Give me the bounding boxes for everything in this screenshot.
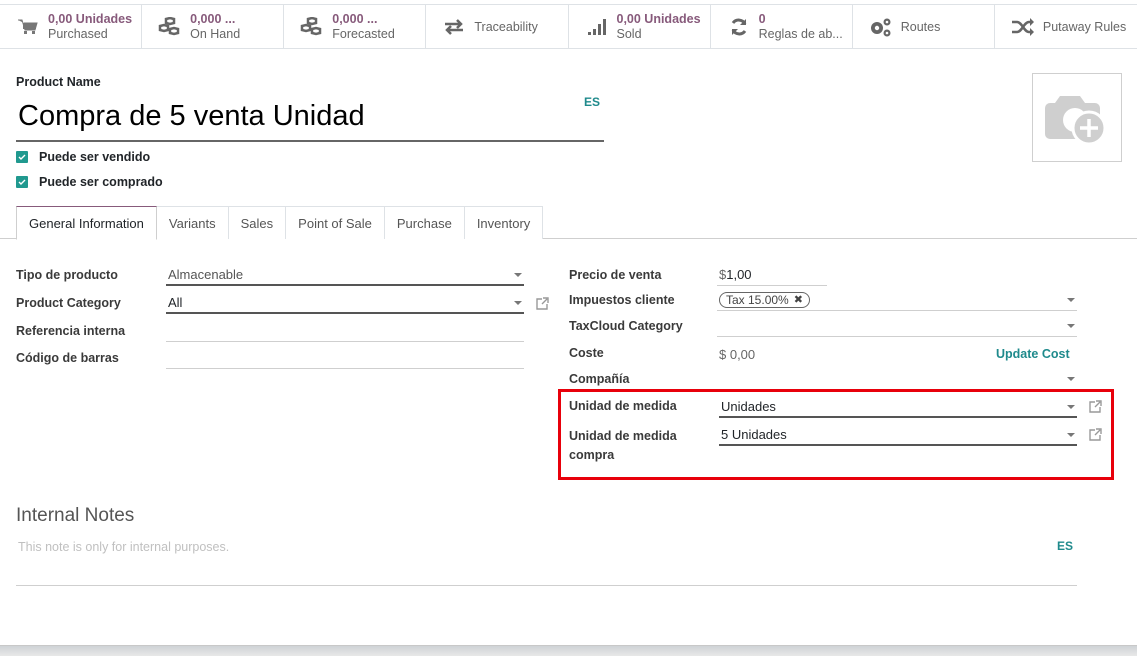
purchased-button[interactable]: 0,00 Unidades Purchased <box>0 5 143 49</box>
taxcloud-category-label: TaxCloud Category <box>569 319 683 333</box>
notes-divider <box>16 585 1077 586</box>
forecasted-value: 0,000 ... <box>332 12 378 26</box>
product-type-value: Almacenable <box>168 266 244 282</box>
internal-notes-title: Internal Notes <box>16 505 135 526</box>
can-be-sold-label: Puede ser vendido <box>39 150 151 164</box>
uom-label: Unidad de medida <box>569 399 677 413</box>
reorder-rules-button[interactable]: 0 Reglas de ab... <box>711 5 853 49</box>
taxcloud-category-select[interactable] <box>717 315 1077 337</box>
exchange-icon <box>442 16 466 38</box>
routes-button[interactable]: Routes <box>853 5 995 49</box>
forecasted-label: Forecasted <box>332 27 395 41</box>
internal-reference-label: Referencia interna <box>16 324 126 338</box>
cost-value: $ 0,00 <box>719 346 756 362</box>
on-hand-button[interactable]: 0,000 ... On Hand <box>142 5 285 49</box>
product-name-lang-button[interactable]: ES <box>584 95 600 109</box>
reorder-rules-value: 0 <box>758 12 766 26</box>
putaway-rules-label: Putaway Rules <box>1042 20 1127 34</box>
tab-variants[interactable]: Variants <box>156 206 229 239</box>
uom-po-value: 5 Unidades <box>721 426 787 442</box>
uom-select[interactable]: Unidades <box>719 396 1077 418</box>
internal-reference-input[interactable] <box>166 320 524 342</box>
reorder-rules-label: Reglas de ab... <box>758 27 843 41</box>
chevron-down-icon <box>1067 433 1075 437</box>
check-icon <box>18 154 26 160</box>
chevron-down-icon <box>1067 324 1075 328</box>
uom-po-select[interactable]: 5 Unidades <box>719 424 1077 446</box>
product-name-label: Product Name <box>16 75 101 89</box>
chevron-down-icon <box>1067 298 1075 302</box>
purchased-value: 0,00 Unidades <box>48 12 133 26</box>
uom-value: Unidades <box>721 398 776 414</box>
routes-label: Routes <box>900 20 941 34</box>
signal-icon <box>585 16 609 38</box>
sold-button[interactable]: 0,00 Unidades Sold <box>569 5 711 49</box>
tab-purchase[interactable]: Purchase <box>384 206 465 239</box>
on-hand-value: 0,000 ... <box>190 12 236 26</box>
sale-price-input[interactable]: $1,00 <box>717 264 827 286</box>
sold-label: Sold <box>616 27 642 41</box>
cost-label: Coste <box>569 346 604 360</box>
purchased-label: Purchased <box>48 27 108 41</box>
check-icon <box>18 179 26 185</box>
chevron-down-icon <box>514 301 522 305</box>
tab-inventory[interactable]: Inventory <box>464 206 544 239</box>
update-cost-button[interactable]: Update Cost <box>996 347 1070 361</box>
on-hand-label: On Hand <box>190 27 241 41</box>
camera-plus-icon <box>1045 95 1107 145</box>
product-image-upload[interactable] <box>1032 73 1122 162</box>
can-be-sold-row: Puede ser vendido <box>16 150 150 164</box>
smart-buttons-bar: 0,00 Unidades Purchased 0,000 ... On Hand … <box>0 4 1137 49</box>
tax-tag-label: Tax 15.00% <box>726 292 789 307</box>
product-category-value: All <box>168 294 183 310</box>
forecasted-button[interactable]: 0,000 ... Forecasted <box>284 5 427 49</box>
chevron-down-icon <box>1067 377 1075 381</box>
external-link-icon[interactable] <box>1088 428 1102 442</box>
notes-lang-button[interactable]: ES <box>1057 539 1073 553</box>
company-label: Compañía <box>569 372 630 386</box>
tab-point-of-sale[interactable]: Point of Sale <box>286 206 385 239</box>
product-category-label: Product Category <box>16 296 121 310</box>
tab-sales[interactable]: Sales <box>228 206 287 239</box>
cart-icon <box>16 16 40 38</box>
product-name-input[interactable]: Compra de 5 venta Unidad <box>16 96 604 142</box>
chevron-down-icon <box>1067 405 1075 409</box>
can-be-purchased-checkbox[interactable] <box>16 176 28 188</box>
tax-tag: Tax 15.00% ✖ <box>719 291 810 308</box>
can-be-purchased-row: Puede ser comprado <box>16 175 163 189</box>
customer-taxes-label: Impuestos cliente <box>569 293 675 307</box>
tab-general-information[interactable]: General Information <box>16 206 157 240</box>
refresh-icon <box>727 16 751 38</box>
sale-price-label: Precio de venta <box>569 268 662 282</box>
company-select[interactable] <box>717 368 1077 390</box>
barcode-label: Código de barras <box>16 351 119 365</box>
can-be-purchased-label: Puede ser comprado <box>39 175 163 189</box>
cubes-icon <box>158 16 182 38</box>
traceability-button[interactable]: Traceability <box>426 5 569 49</box>
cogs-icon <box>869 16 893 38</box>
internal-notes-input[interactable]: This note is only for internal purposes. <box>18 540 229 554</box>
sale-price-value: 1,00 <box>726 267 752 282</box>
remove-tag-icon[interactable]: ✖ <box>794 293 803 306</box>
customer-taxes-input[interactable]: Tax 15.00% ✖ <box>717 289 1077 311</box>
traceability-label: Traceability <box>474 20 538 34</box>
random-icon <box>1011 16 1035 38</box>
product-type-select[interactable]: Almacenable <box>166 264 524 286</box>
external-link-icon[interactable] <box>1088 400 1102 414</box>
chevron-down-icon <box>514 273 522 277</box>
external-link-icon[interactable] <box>535 297 549 311</box>
barcode-input[interactable] <box>166 347 524 369</box>
can-be-sold-checkbox[interactable] <box>16 151 28 163</box>
putaway-rules-button[interactable]: Putaway Rules <box>995 5 1137 49</box>
cubes-icon <box>300 16 324 38</box>
notebook-tabs: General Information Variants Sales Point… <box>0 206 1137 240</box>
currency-symbol: $ <box>719 267 727 282</box>
product-type-label: Tipo de producto <box>16 268 118 282</box>
uom-po-label: Unidad de medida compra <box>569 429 677 462</box>
sheet-bottom-shadow <box>0 645 1137 656</box>
sold-value: 0,00 Unidades <box>616 12 701 26</box>
product-category-select[interactable]: All <box>166 292 524 314</box>
